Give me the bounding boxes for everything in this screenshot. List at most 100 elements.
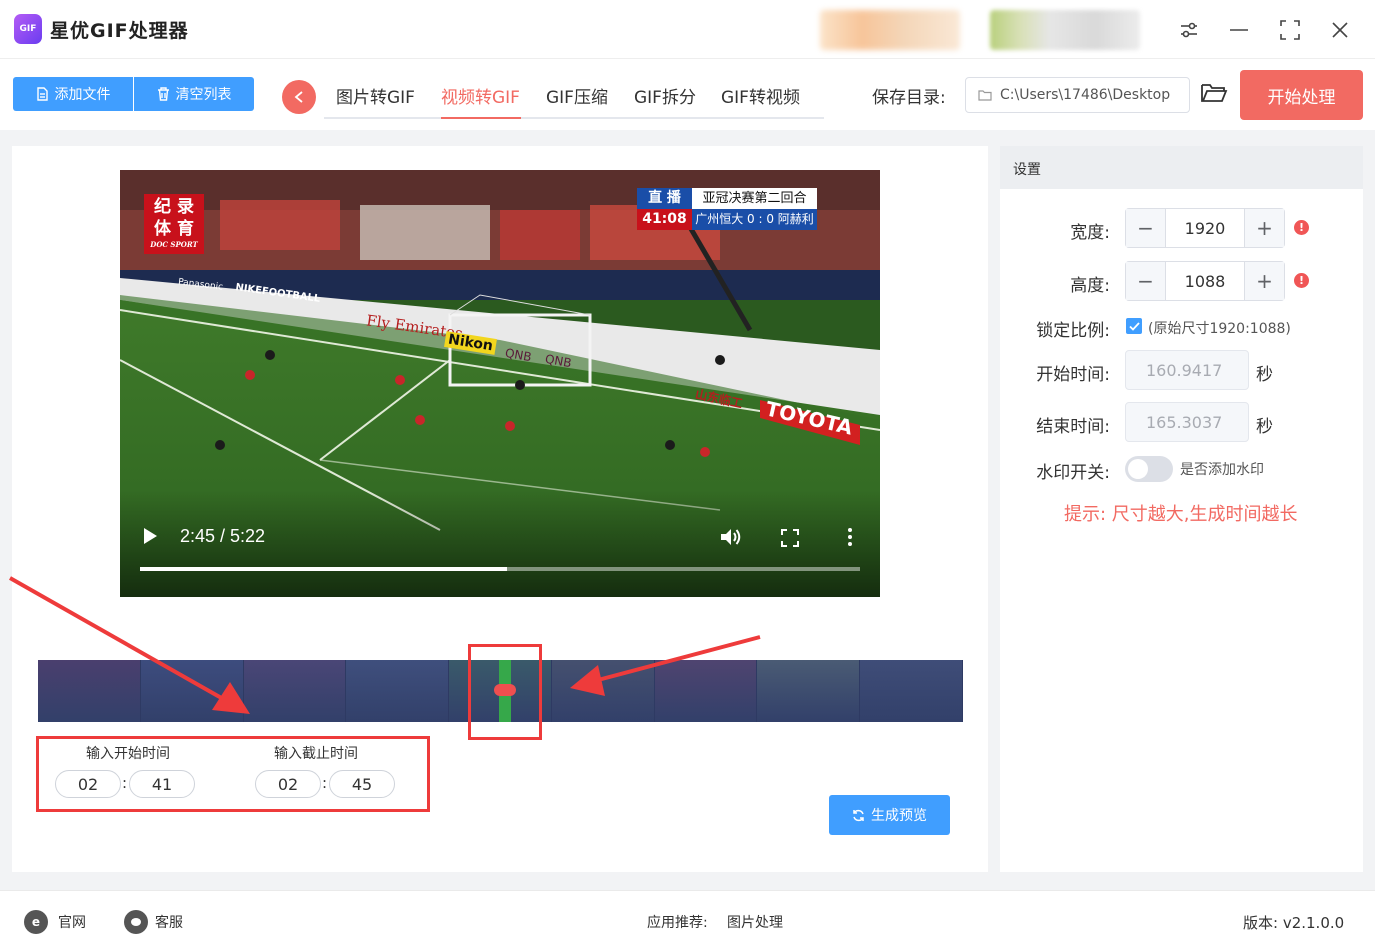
tab-video-to-gif[interactable]: 视频转GIF xyxy=(441,83,520,108)
folder-open-icon[interactable] xyxy=(1200,81,1230,109)
width-stepper: − 1920 + xyxy=(1125,208,1285,248)
score-line: 广州恒大 0 : 0 阿赫利 xyxy=(692,209,817,230)
width-label: 宽度: xyxy=(1070,223,1110,243)
recommend-label: 应用推荐: xyxy=(647,915,708,931)
video-progress-fill xyxy=(140,567,508,571)
end-second-input[interactable]: 45 xyxy=(329,770,395,798)
watermark-text: 是否添加水印 xyxy=(1180,462,1264,478)
height-label: 高度: xyxy=(1070,276,1110,296)
clear-list-label: 清空列表 xyxy=(175,87,232,103)
tab-gif-split[interactable]: GIF拆分 xyxy=(634,83,696,108)
start-time-setting-label: 开始时间: xyxy=(1036,365,1110,385)
generate-preview-button[interactable]: 生成预览 xyxy=(829,795,950,835)
lock-ratio-checkbox[interactable] xyxy=(1126,318,1142,334)
start-processing-button[interactable]: 开始处理 xyxy=(1240,70,1363,120)
app-logo-icon: GIF xyxy=(14,14,42,44)
end-time-setting-label: 结束时间: xyxy=(1036,417,1110,437)
active-tab-indicator xyxy=(441,117,521,119)
tab-bar: 图片转GIF 视频转GIF GIF压缩 GIF拆分 GIF转视频 xyxy=(324,77,824,119)
timeline-thumbnail xyxy=(860,660,963,722)
tab-gif-compress[interactable]: GIF压缩 xyxy=(546,83,608,108)
tab-gif-to-video[interactable]: GIF转视频 xyxy=(721,83,800,108)
channel-logo: 纪 录 体 育 DOC SPORT xyxy=(144,194,204,254)
start-time-field[interactable]: 160.9417 xyxy=(1125,350,1249,390)
blurred-user-area xyxy=(820,10,960,50)
footer: e 官网 客服 应用推荐: 图片处理 版本: v2.1.0.0 xyxy=(0,890,1375,950)
checkmark-icon xyxy=(1128,321,1140,331)
generate-preview-label: 生成预览 xyxy=(871,808,927,824)
watermark-toggle-knob xyxy=(1128,459,1148,479)
match-title: 亚冠决赛第二回合 xyxy=(692,188,817,209)
save-path-field[interactable]: C:\Users\17486\Desktop xyxy=(965,77,1190,113)
refresh-icon xyxy=(853,809,864,821)
add-file-label: 添加文件 xyxy=(54,87,111,103)
settings-panel: 设置 宽度: − 1920 + ! 高度: − 1088 + ! 锁定比例: (… xyxy=(1000,146,1363,872)
timeline-thumbnail xyxy=(140,660,244,722)
timeline-thumbnail xyxy=(757,660,861,722)
video-player[interactable]: 纪 录 体 育 DOC SPORT 直 播 亚冠决赛第二回合 41:08 广州恒… xyxy=(120,170,880,597)
annotation-range-highlight xyxy=(468,644,542,740)
width-value[interactable]: 1920 xyxy=(1166,209,1244,247)
close-icon[interactable] xyxy=(1323,14,1357,46)
maximize-icon[interactable] xyxy=(1273,14,1307,46)
timeline-thumbnail xyxy=(551,660,655,722)
website-link[interactable]: 官网 xyxy=(58,912,86,932)
width-decrement-button[interactable]: − xyxy=(1126,209,1166,247)
blurred-account-area xyxy=(990,10,1140,50)
start-minute-input[interactable]: 02 xyxy=(55,770,121,798)
lock-ratio-label: 锁定比例: xyxy=(1036,321,1110,341)
watermark-label: 水印开关: xyxy=(1036,463,1110,483)
end-minute-input[interactable]: 02 xyxy=(255,770,321,798)
end-time-unit: 秒 xyxy=(1256,417,1273,437)
watermark-toggle[interactable] xyxy=(1125,456,1173,482)
volume-icon[interactable] xyxy=(720,527,742,551)
height-decrement-button[interactable]: − xyxy=(1126,262,1166,300)
settings-icon[interactable] xyxy=(1172,14,1206,46)
match-clock: 41:08 xyxy=(637,209,692,230)
back-arrow-button[interactable] xyxy=(282,80,316,114)
timeline-thumbnail xyxy=(243,660,347,722)
title-bar: GIF 星优GIF处理器 xyxy=(0,0,1375,58)
main-panel: 纪 录 体 育 DOC SPORT 直 播 亚冠决赛第二回合 41:08 广州恒… xyxy=(12,146,988,872)
chevron-left-icon xyxy=(294,91,303,103)
start-time-separator: : xyxy=(122,774,128,792)
version-text: 版本: v2.1.0.0 xyxy=(1243,914,1345,932)
recommend-image-link[interactable]: 图片处理 xyxy=(727,912,783,932)
width-increment-button[interactable]: + xyxy=(1244,209,1284,247)
app-title: 星优GIF处理器 xyxy=(50,20,189,42)
toolbar: 添加文件 清空列表 图片转GIF 视频转GIF GIF压缩 GIF拆分 GIF转… xyxy=(0,58,1375,130)
chat-icon[interactable] xyxy=(124,910,148,934)
start-second-input[interactable]: 41 xyxy=(129,770,195,798)
start-time-unit: 秒 xyxy=(1256,365,1273,385)
end-time-label: 输入截止时间 xyxy=(274,746,358,762)
start-time-label: 输入开始时间 xyxy=(86,746,170,762)
size-tip: 提示: 尺寸越大,生成时间越长 xyxy=(1064,504,1298,525)
settings-header: 设置 xyxy=(1000,146,1363,189)
timeline-thumbnail xyxy=(346,660,450,722)
minimize-icon[interactable] xyxy=(1222,14,1256,46)
video-progress-track[interactable] xyxy=(140,567,860,571)
save-path-value: C:\Users\17486\Desktop xyxy=(1000,87,1171,103)
end-time-field[interactable]: 165.3037 xyxy=(1125,402,1249,442)
customer-service-link[interactable]: 客服 xyxy=(155,912,183,932)
height-increment-button[interactable]: + xyxy=(1244,262,1284,300)
video-time-display: 2:45 / 5:22 xyxy=(180,526,266,546)
height-stepper: − 1088 + xyxy=(1125,261,1285,301)
play-icon[interactable] xyxy=(142,527,162,547)
folder-small-icon xyxy=(978,90,992,101)
fullscreen-icon[interactable] xyxy=(781,529,799,551)
timeline-thumbnail xyxy=(38,660,141,722)
tab-image-to-gif[interactable]: 图片转GIF xyxy=(336,83,415,108)
end-time-separator: : xyxy=(322,774,328,792)
clear-list-button[interactable]: 清空列表 xyxy=(134,77,254,111)
save-dir-label: 保存目录: xyxy=(872,88,946,108)
file-icon xyxy=(36,87,48,101)
app-window: GIF 星优GIF处理器 添加文件 清空列表 图片转GIF 视频转GIF GIF… xyxy=(0,0,1375,950)
more-options-icon[interactable] xyxy=(847,527,853,551)
trash-icon xyxy=(157,87,169,101)
height-value[interactable]: 1088 xyxy=(1166,262,1244,300)
website-icon[interactable]: e xyxy=(24,910,48,934)
add-file-button[interactable]: 添加文件 xyxy=(13,77,133,111)
width-warning-icon: ! xyxy=(1294,220,1309,235)
height-warning-icon: ! xyxy=(1294,273,1309,288)
